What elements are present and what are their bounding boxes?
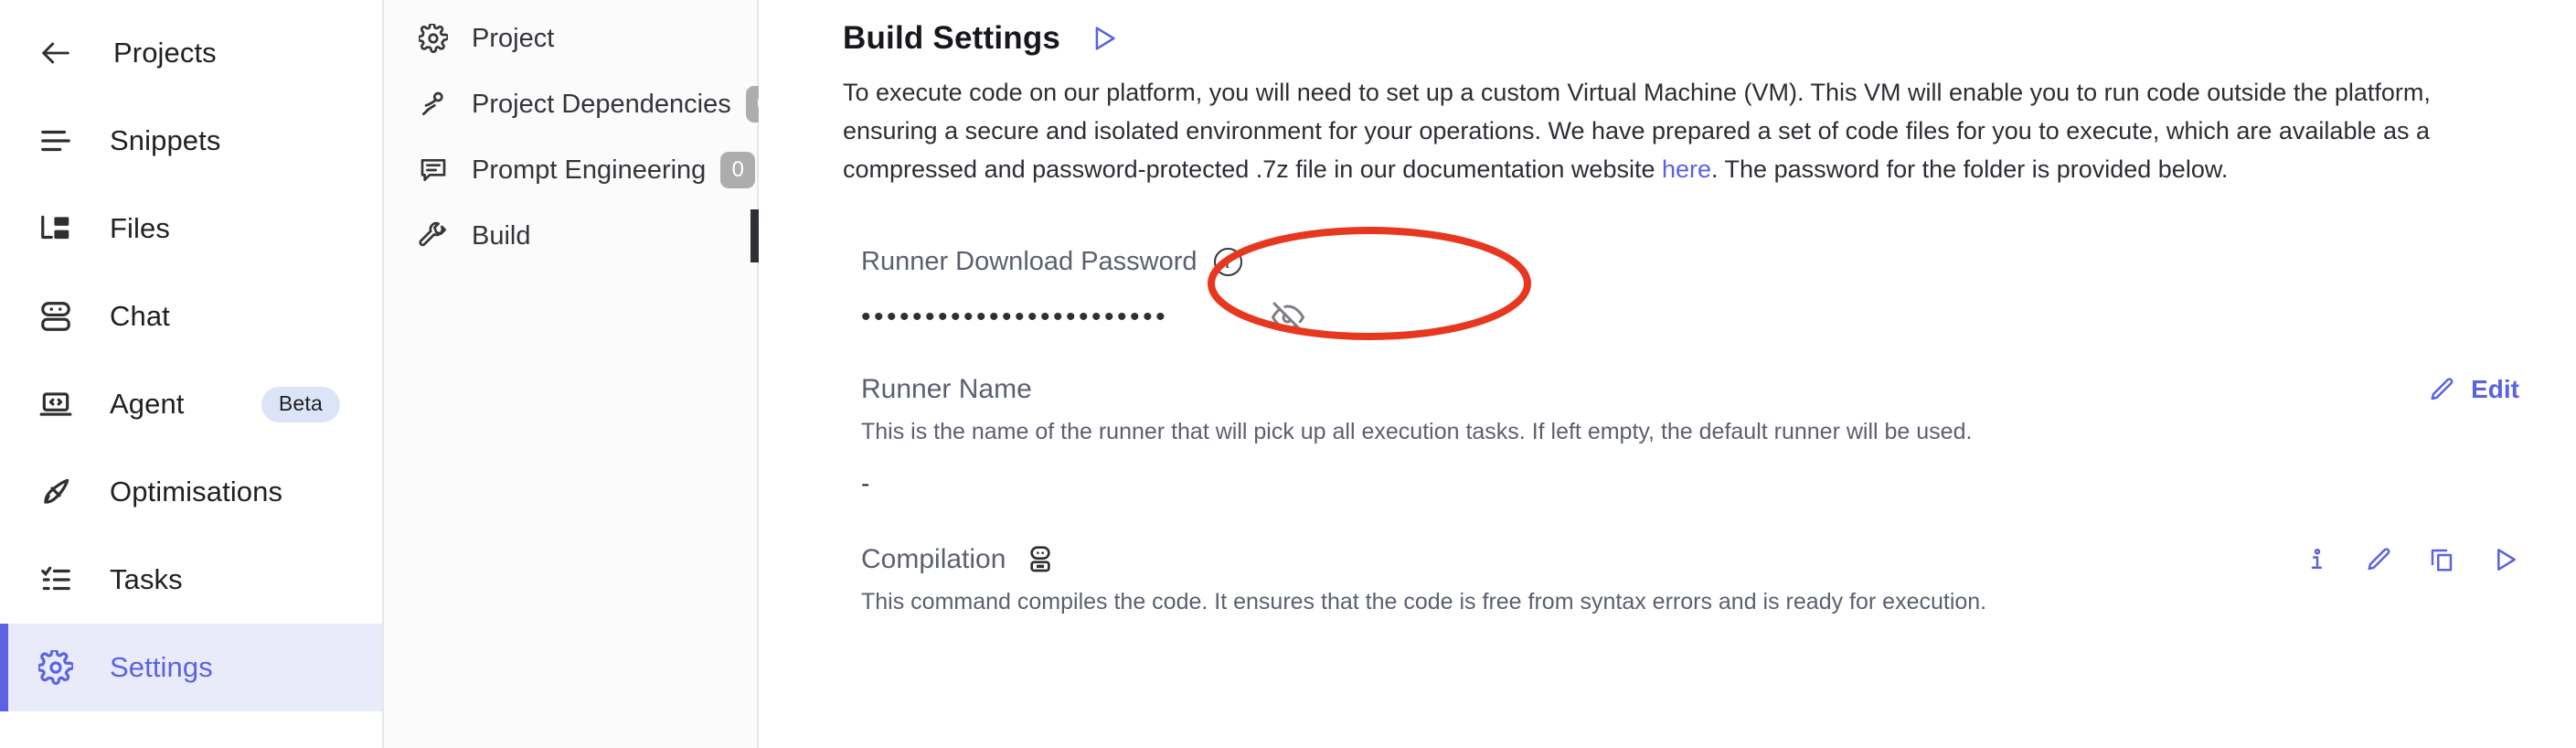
sidebar-item-label: Files	[110, 212, 170, 244]
documentation-link[interactable]: here	[1662, 155, 1711, 183]
runner-name-section: Runner Name Edit This is the name of the…	[861, 374, 2528, 498]
subnav-item-project[interactable]: Project	[384, 5, 757, 71]
description-text-part2: . The password for the folder is provide…	[1711, 155, 2229, 183]
sidebar-item-files[interactable]: Files	[0, 185, 382, 272]
sidebar-item-snippets[interactable]: Snippets	[0, 97, 382, 185]
sidebar-item-label: Chat	[110, 300, 170, 332]
sidebar-item-chat[interactable]: Chat	[0, 272, 382, 360]
sidebar-item-settings[interactable]: Settings	[0, 624, 382, 711]
primary-sidebar: Projects Snippets Files Chat Agent Beta …	[0, 0, 384, 748]
subnav-item-prompt-engineering[interactable]: Prompt Engineering 0	[384, 137, 757, 203]
sidebar-item-agent[interactable]: Agent Beta	[0, 360, 382, 448]
message-icon	[415, 155, 452, 185]
subnav-item-label: Project	[472, 23, 555, 53]
snippets-icon	[35, 123, 77, 158]
play-icon[interactable]	[2490, 545, 2519, 574]
sidebar-item-label: Snippets	[110, 124, 221, 156]
pencil-icon	[2429, 376, 2456, 403]
settings-subnav: Project Project Dependencies 0 Prompt En…	[384, 0, 781, 748]
main-content: Build Settings To execute code on our pl…	[759, 0, 2576, 748]
sidebar-item-tasks[interactable]: Tasks	[0, 536, 382, 624]
robot-icon	[1026, 545, 1055, 574]
compilation-title-group: Compilation	[861, 544, 1055, 575]
compilation-header: Compilation	[861, 544, 2519, 575]
tasks-icon	[35, 562, 77, 597]
subnav-item-label: Build	[472, 220, 531, 251]
wrench-icon	[415, 221, 452, 251]
sidebar-item-label: Settings	[110, 651, 213, 683]
agent-laptop-icon	[35, 387, 77, 422]
password-masked-value: ••••••••••••••••••••••••	[861, 302, 1169, 332]
subnav-item-build[interactable]: Build	[384, 203, 759, 269]
page-title: Build Settings	[843, 20, 1061, 56]
page-header: Build Settings	[843, 20, 2528, 57]
beta-badge: Beta	[261, 386, 340, 422]
runner-name-header: Runner Name Edit	[861, 374, 2519, 405]
info-icon[interactable]: i	[1213, 248, 1242, 276]
compilation-title: Compilation	[861, 544, 1006, 574]
rocket-icon	[35, 475, 77, 509]
edit-label: Edit	[2471, 375, 2519, 403]
password-label-row: Runner Download Password i	[861, 247, 1336, 277]
count-badge: 0	[720, 152, 756, 188]
subnav-item-label: Prompt Engineering	[472, 155, 707, 185]
password-label: Runner Download Password	[861, 247, 1198, 276]
compilation-description: This command compiles the code. It ensur…	[861, 589, 1987, 614]
eye-off-icon[interactable]	[1272, 301, 1304, 334]
files-icon	[35, 211, 77, 246]
edit-runner-name-button[interactable]: Edit	[2429, 375, 2519, 404]
runner-download-password-field: Runner Download Password i •••••••••••••…	[861, 247, 1336, 334]
app-root: Projects Snippets Files Chat Agent Beta …	[0, 0, 2576, 748]
info-icon[interactable]	[2304, 546, 2331, 573]
password-value-row: ••••••••••••••••••••••••	[861, 301, 1304, 334]
compilation-actions	[2304, 545, 2519, 574]
sidebar-item-label: Optimisations	[110, 476, 283, 508]
sidebar-item-label: Tasks	[110, 563, 183, 595]
play-icon[interactable]	[1088, 23, 1119, 54]
arrow-left-icon	[35, 35, 77, 71]
sidebar-item-optimisations[interactable]: Optimisations	[0, 448, 382, 536]
copy-icon[interactable]	[2428, 546, 2455, 573]
runner-name-value: -	[861, 469, 870, 497]
runner-name-title: Runner Name	[861, 374, 1032, 404]
runner-name-description: This is the name of the runner that will…	[861, 419, 1973, 444]
sidebar-item-label: Agent	[110, 388, 185, 420]
pencil-icon[interactable]	[2366, 546, 2393, 573]
gear-icon	[415, 24, 452, 53]
page-description: To execute code on our platform, you wil…	[843, 73, 2528, 188]
subnav-item-project-dependencies[interactable]: Project Dependencies 0	[384, 71, 781, 137]
subnav-item-label: Project Dependencies	[472, 89, 731, 119]
back-to-projects-button[interactable]: Projects	[0, 9, 382, 97]
gear-icon	[35, 650, 77, 685]
chat-robot-icon	[35, 299, 77, 334]
compilation-section: Compilation This command compiles the co…	[861, 544, 2528, 617]
branch-icon	[415, 90, 452, 119]
back-label: Projects	[113, 37, 217, 69]
